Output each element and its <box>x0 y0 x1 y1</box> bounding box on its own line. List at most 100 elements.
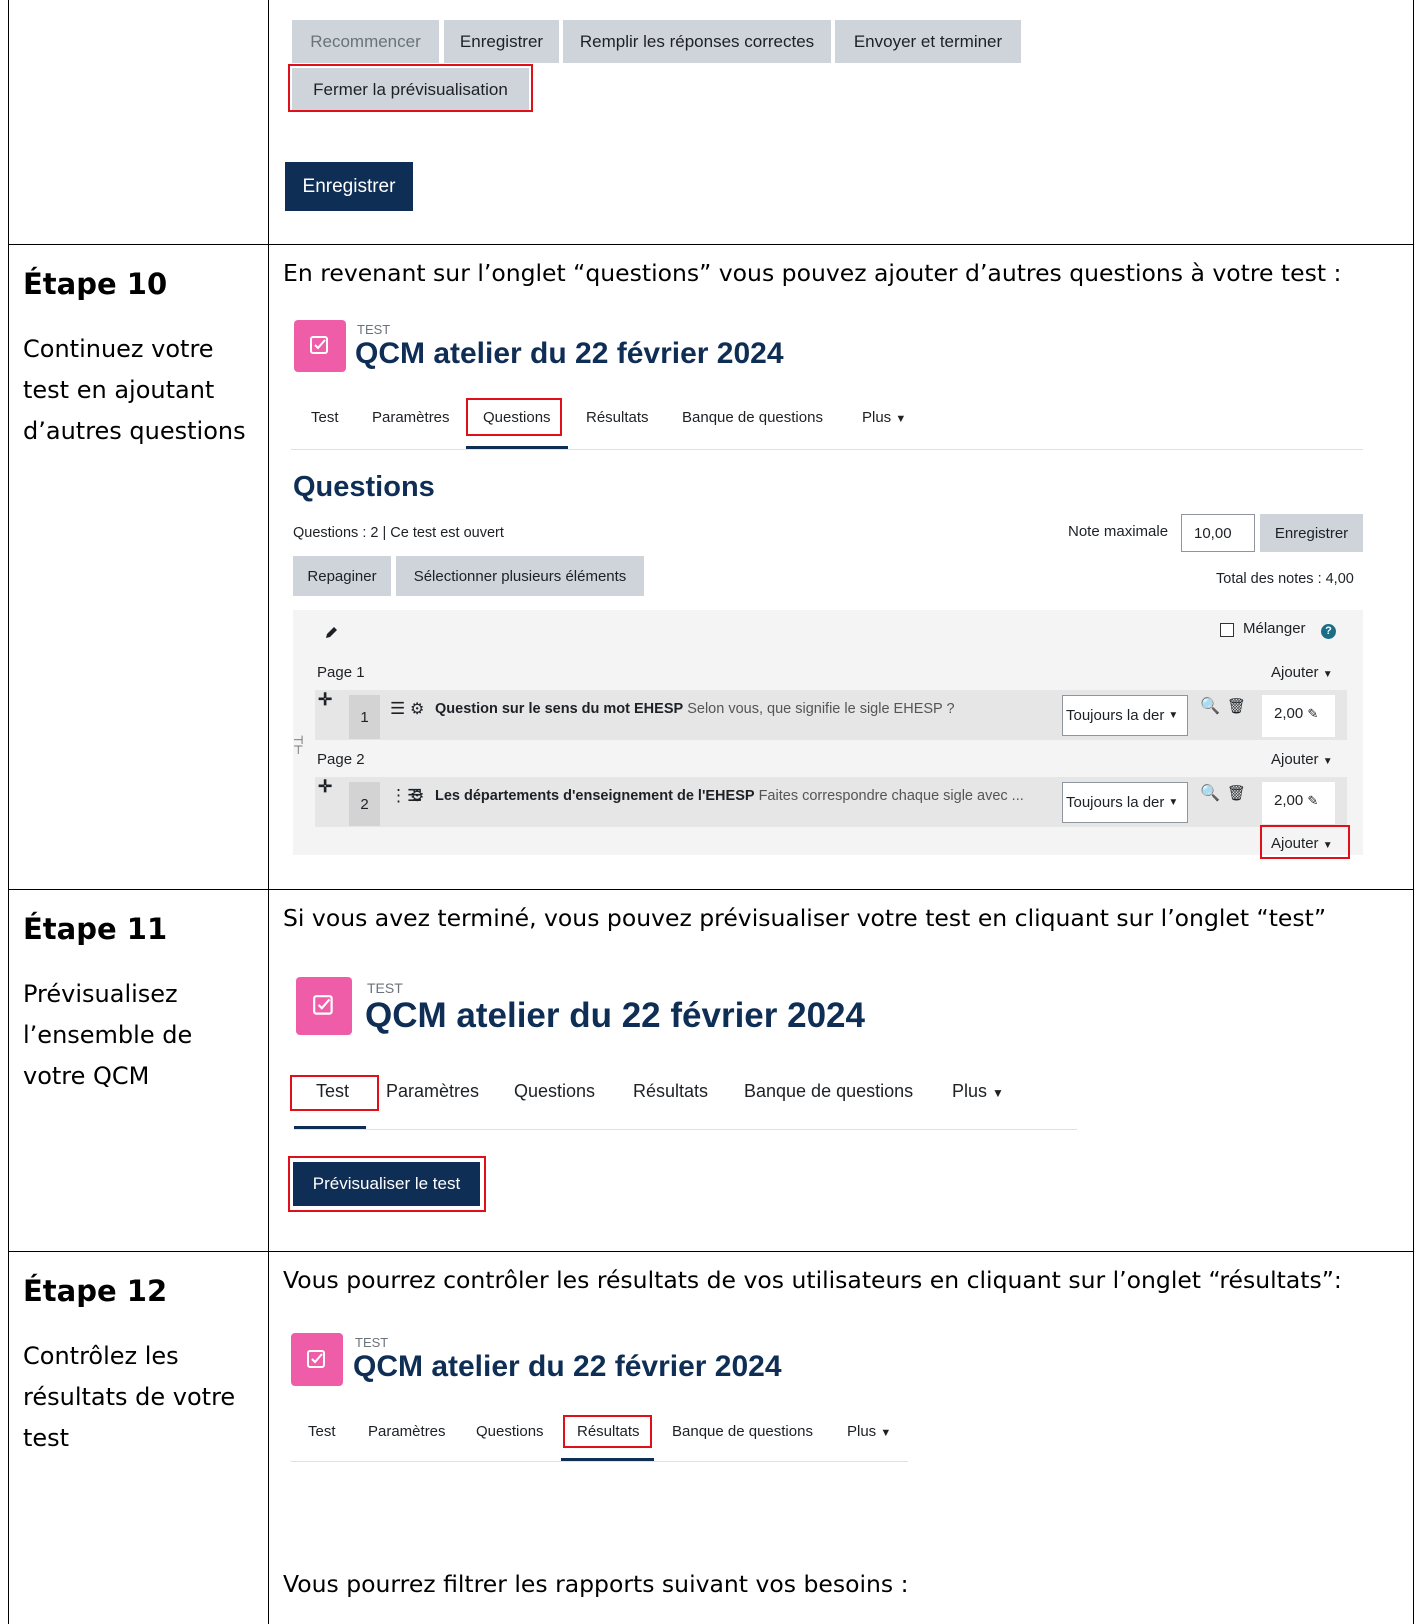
question-1-name: Question sur le sens du mot EHESP <box>435 701 684 717</box>
max-grade-save-button[interactable]: Enregistrer <box>1260 514 1363 552</box>
help-icon[interactable]: ? <box>1321 624 1336 639</box>
page-2-label: Page 2 <box>317 751 365 768</box>
step11-intro: Si vous avez terminé, vous pouvez prévis… <box>283 904 1327 932</box>
move-icon[interactable]: ✛ <box>318 690 332 710</box>
question-1-select-value: Toujours la der <box>1066 707 1165 724</box>
step10-intro: En revenant sur l’onglet “questions” vou… <box>283 259 1342 287</box>
preview-zoom-icon[interactable]: 🔍 <box>1200 783 1220 803</box>
tabs-divider <box>291 1461 908 1462</box>
step11-left-cell: Étape 11 Prévisualisez l’ensemble de vot… <box>9 890 269 1251</box>
quiz-icon <box>296 977 352 1035</box>
step10-description: Continuez votre test en ajoutant d’autre… <box>23 335 246 445</box>
question-2-select[interactable]: Toujours la der ▼ <box>1062 782 1188 823</box>
highlight-add-button <box>1260 825 1350 859</box>
max-grade-input[interactable]: 10,00 <box>1181 514 1255 552</box>
tab-plus[interactable]: Plus ▼ <box>862 409 906 426</box>
quiz-icon <box>291 1333 343 1386</box>
quiz-title: QCM atelier du 22 février 2024 <box>365 996 865 1035</box>
max-grade-label: Note maximale <box>1068 523 1169 540</box>
question-1-mark[interactable]: 2,00 ✎ <box>1262 695 1335 737</box>
question-2-name: Les départements d'enseignement de l'EHE… <box>435 788 755 804</box>
step10-right-cell: En revenant sur l’onglet “questions” vou… <box>269 245 1413 889</box>
move-icon[interactable]: ✛ <box>318 777 332 797</box>
tab-test[interactable]: Test <box>311 409 339 426</box>
highlight-preview-button <box>288 1156 486 1212</box>
chevron-down-icon: ▼ <box>1322 669 1333 680</box>
question-1-mark-value: 2,00 <box>1274 705 1304 722</box>
fill-correct-button[interactable]: Remplir les réponses correctes <box>563 20 831 63</box>
pencil-icon: ✎ <box>1307 706 1319 721</box>
edit-pencil-icon[interactable] <box>325 625 339 644</box>
row1-right-cell: Recommencer Enregistrer Remplir les répo… <box>269 0 1413 244</box>
question-1-select[interactable]: Toujours la der ▼ <box>1062 695 1188 736</box>
tab-banque[interactable]: Banque de questions <box>682 409 823 426</box>
module-type-label: TEST <box>357 322 391 337</box>
chevron-down-icon: ▼ <box>880 1427 892 1439</box>
question-2-text[interactable]: Les départements d'enseignement de l'EHE… <box>435 788 1024 804</box>
tab-plus-label: Plus <box>952 1081 988 1101</box>
questions-info: Questions : 2 | Ce test est ouvert <box>293 525 504 541</box>
tab-questions[interactable]: Questions <box>476 1423 544 1440</box>
highlight-results-tab <box>563 1415 652 1448</box>
preview-zoom-icon[interactable]: 🔍 <box>1200 696 1220 716</box>
tab-parametres[interactable]: Paramètres <box>368 1423 446 1440</box>
trash-icon[interactable]: 🗑 <box>1227 697 1246 715</box>
tab-resultats[interactable]: Résultats <box>633 1081 708 1102</box>
quiz-title: QCM atelier du 22 février 2024 <box>353 1350 782 1383</box>
submit-finish-button[interactable]: Envoyer et terminer <box>835 20 1021 63</box>
tab-banque[interactable]: Banque de questions <box>744 1081 913 1102</box>
page-1-add-label: Ajouter <box>1271 664 1319 681</box>
chevron-down-icon: ▼ <box>1322 756 1333 767</box>
page-1-add-button[interactable]: Ajouter ▼ <box>1271 664 1333 681</box>
tab-banque[interactable]: Banque de questions <box>672 1423 813 1440</box>
repaginate-button[interactable]: Repaginer <box>293 556 391 596</box>
highlight-close-preview <box>288 64 533 112</box>
row1-left-cell <box>9 0 269 244</box>
page-2-add-button[interactable]: Ajouter ▼ <box>1271 751 1333 768</box>
save-draft-button[interactable]: Enregistrer <box>444 20 559 63</box>
filter-reports-text: Vous pourrez filtrer les rapports suivan… <box>283 1570 909 1598</box>
trash-icon[interactable]: 🗑 <box>1227 784 1246 802</box>
module-type-label: TEST <box>355 1335 389 1350</box>
step12-description: Contrôlez les résultats de votre test <box>23 1342 236 1452</box>
total-marks: Total des notes : 4,00 <box>1216 571 1354 587</box>
tab-plus[interactable]: Plus ▼ <box>847 1423 891 1440</box>
step11-right-cell: Si vous avez terminé, vous pouvez prévis… <box>269 890 1413 1251</box>
row-preview-end: Recommencer Enregistrer Remplir les répo… <box>8 0 1414 245</box>
tab-plus-label: Plus <box>847 1423 877 1440</box>
page-1-label: Page 1 <box>317 664 365 681</box>
tab-resultats[interactable]: Résultats <box>586 409 649 426</box>
tab-parametres[interactable]: Paramètres <box>372 409 450 426</box>
step11-description: Prévisualisez l’ensemble de votre QCM <box>23 980 193 1090</box>
module-type-label: TEST <box>367 980 403 996</box>
question-2-mark[interactable]: 2,00 ✎ <box>1262 782 1335 824</box>
shuffle-label: Mélanger <box>1243 620 1306 637</box>
step12-left-cell: Étape 12 Contrôlez les résultats de votr… <box>9 1252 269 1624</box>
save-button[interactable]: Enregistrer <box>285 162 413 211</box>
tab-plus[interactable]: Plus ▼ <box>952 1081 1004 1102</box>
page-break-icon[interactable]: ⊣ ⊤ <box>293 734 303 756</box>
question-1-text[interactable]: Question sur le sens du mot EHESP Selon … <box>435 701 955 717</box>
question-2-select-value: Toujours la der <box>1066 794 1165 811</box>
tab-test[interactable]: Test <box>308 1423 336 1440</box>
step12-intro: Vous pourrez contrôler les résultats de … <box>283 1266 1342 1294</box>
step12-right-cell: Vous pourrez contrôler les résultats de … <box>269 1252 1413 1624</box>
gear-icon[interactable]: ⚙ <box>410 786 424 806</box>
question-number-1: 1 <box>349 695 380 739</box>
instruction-table: Recommencer Enregistrer Remplir les répo… <box>8 0 1414 1624</box>
gear-icon[interactable]: ⚙ <box>410 699 424 719</box>
question-number-2: 2 <box>349 782 380 826</box>
pencil-icon: ✎ <box>1307 793 1319 808</box>
page-2-add-label: Ajouter <box>1271 751 1319 768</box>
tab-questions[interactable]: Questions <box>514 1081 595 1102</box>
multichoice-icon: ☰ <box>390 699 406 718</box>
chevron-down-icon: ▼ <box>992 1086 1004 1100</box>
restart-button[interactable]: Recommencer <box>292 20 439 63</box>
tab-parametres[interactable]: Paramètres <box>386 1081 479 1102</box>
chevron-down-icon: ▼ <box>895 413 907 425</box>
shuffle-checkbox[interactable] <box>1220 623 1234 637</box>
select-multiple-button[interactable]: Sélectionner plusieurs éléments <box>396 556 644 596</box>
tab-plus-label: Plus <box>862 409 892 426</box>
step11-title: Étape 11 <box>23 912 168 946</box>
step10-left-cell: Étape 10 Continuez votre test en ajoutan… <box>9 245 269 889</box>
